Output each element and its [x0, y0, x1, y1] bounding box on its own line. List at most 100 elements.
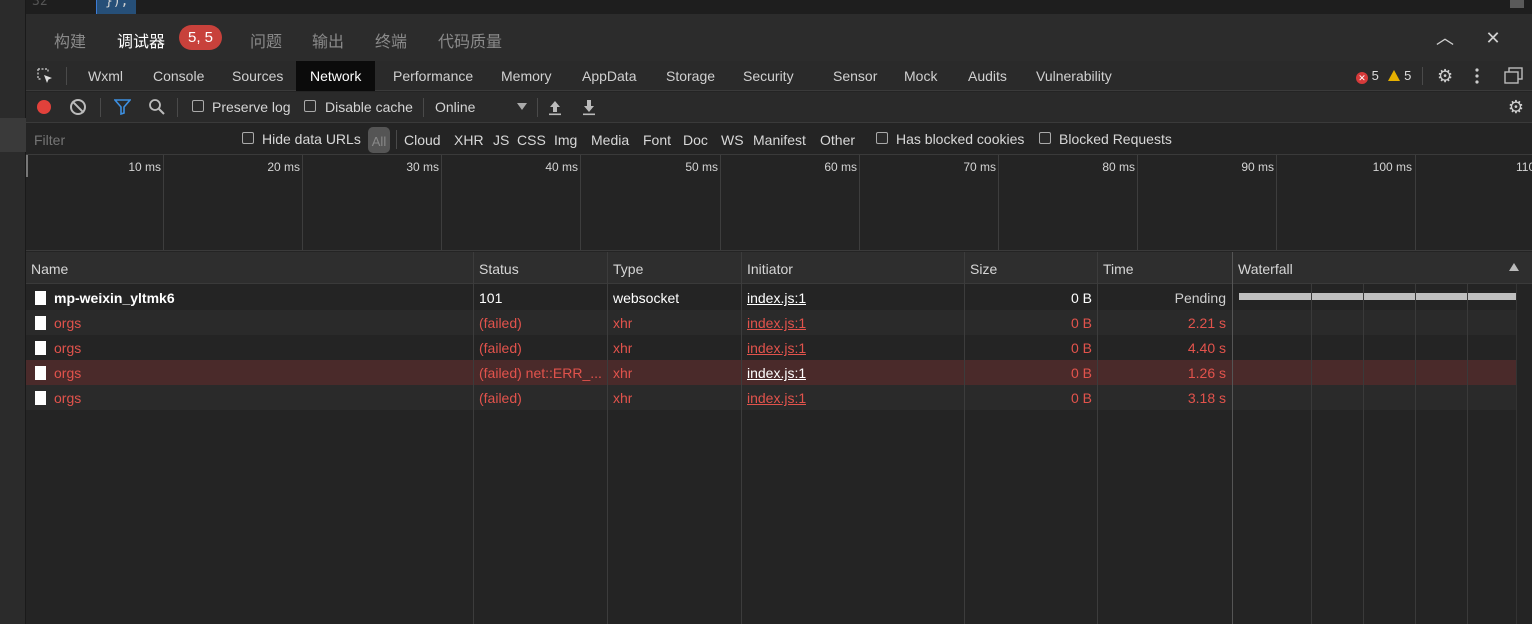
record-button[interactable] [37, 100, 51, 114]
blocked-requests-checkbox[interactable] [1039, 132, 1051, 144]
column-header-name[interactable]: Name [31, 261, 68, 277]
column-header-size[interactable]: Size [970, 261, 997, 277]
filter-ws[interactable]: WS [721, 132, 744, 148]
timeline-label: 30 ms [406, 160, 439, 174]
timeline-overview[interactable]: 10 ms 20 ms 30 ms 40 ms 50 ms 60 ms 70 m… [26, 155, 1532, 251]
tab-network[interactable]: Network [296, 61, 376, 91]
column-divider[interactable] [607, 252, 608, 624]
filter-img[interactable]: Img [554, 132, 577, 148]
column-divider[interactable] [473, 252, 474, 624]
tab-storage[interactable]: Storage [652, 61, 729, 91]
hide-data-urls-checkbox[interactable] [242, 132, 254, 144]
issue-counter[interactable]: ✕ 5 5 [1356, 68, 1411, 84]
request-time: 2.21 s [1187, 315, 1226, 331]
preserve-log-checkbox[interactable] [192, 100, 204, 112]
search-icon[interactable] [148, 98, 166, 116]
collapse-panel-icon[interactable]: ︿ [1435, 28, 1455, 48]
table-row[interactable]: orgs (failed) xhr index.js:1 0 B 2.21 s [26, 310, 1516, 335]
table-row[interactable]: orgs (failed) xhr index.js:1 0 B 4.40 s [26, 335, 1516, 360]
more-options-icon[interactable] [1474, 67, 1480, 85]
editor-strip: 32 }); [26, 0, 1532, 14]
column-header-initiator[interactable]: Initiator [747, 261, 793, 277]
request-status: (failed) [479, 315, 522, 331]
network-settings-gear-icon[interactable]: ⚙ [1508, 97, 1524, 118]
tab-build[interactable]: 构建 [54, 28, 86, 52]
table-row[interactable]: mp-weixin_yltmk6 101 websocket index.js:… [26, 285, 1516, 310]
filter-css[interactable]: CSS [517, 132, 546, 148]
tab-mock[interactable]: Mock [890, 61, 951, 91]
filter-cloud[interactable]: Cloud [404, 132, 441, 148]
document-icon [35, 366, 46, 380]
request-initiator-link[interactable]: index.js:1 [747, 315, 806, 331]
column-header-waterfall[interactable]: Waterfall [1238, 261, 1293, 277]
inspect-element-icon[interactable] [36, 67, 54, 85]
tab-wxml[interactable]: Wxml [74, 61, 137, 91]
filter-doc[interactable]: Doc [683, 132, 708, 148]
tab-code-quality[interactable]: 代码质量 [438, 28, 502, 52]
sort-ascending-icon[interactable] [1509, 263, 1519, 271]
filter-other[interactable]: Other [820, 132, 855, 148]
editor-gutter [0, 0, 26, 624]
export-har-icon[interactable] [581, 98, 597, 116]
column-divider[interactable] [1097, 252, 1098, 624]
request-initiator-link[interactable]: index.js:1 [747, 290, 806, 306]
tab-terminal[interactable]: 终端 [375, 28, 407, 52]
tab-problems[interactable]: 问题 [250, 28, 282, 52]
table-header: Name Status Type Initiator Size Time Wat… [26, 252, 1532, 284]
close-panel-icon[interactable]: ✕ [1483, 28, 1503, 48]
tab-appdata[interactable]: AppData [568, 61, 650, 91]
filter-manifest[interactable]: Manifest [753, 132, 806, 148]
request-initiator-link[interactable]: index.js:1 [747, 390, 806, 406]
tab-output[interactable]: 输出 [312, 28, 344, 52]
throttling-select[interactable]: Online [435, 99, 527, 115]
undock-window-icon[interactable] [1504, 67, 1524, 85]
column-header-type[interactable]: Type [613, 261, 643, 277]
toolbar-divider [537, 98, 538, 117]
tab-security[interactable]: Security [729, 61, 808, 91]
waterfall-gridline [1363, 284, 1364, 624]
filter-all-button[interactable]: All [368, 127, 390, 153]
import-har-icon[interactable] [547, 98, 563, 116]
filter-js[interactable]: JS [493, 132, 509, 148]
waterfall-gridline [1311, 284, 1312, 624]
waterfall-gridline [1467, 284, 1468, 624]
filter-font[interactable]: Font [643, 132, 671, 148]
tab-audits[interactable]: Audits [954, 61, 1021, 91]
column-header-time[interactable]: Time [1103, 261, 1134, 277]
filter-media[interactable]: Media [591, 132, 629, 148]
filter-input[interactable] [26, 127, 224, 153]
network-toolbar: Preserve log Disable cache Online ⚙ [26, 92, 1532, 123]
column-divider[interactable] [1232, 252, 1233, 624]
request-size: 0 B [1070, 315, 1092, 331]
settings-gear-icon[interactable]: ⚙ [1437, 66, 1453, 87]
disable-cache-label: Disable cache [325, 99, 413, 115]
tab-debugger[interactable]: 调试器 [117, 28, 165, 52]
line-number: 32 [32, 0, 48, 9]
tab-sensor[interactable]: Sensor [819, 61, 891, 91]
filter-icon[interactable] [114, 99, 131, 115]
table-row[interactable]: orgs (failed) xhr index.js:1 0 B 3.18 s [26, 385, 1516, 410]
has-blocked-cookies-checkbox[interactable] [876, 132, 888, 144]
table-row-selected[interactable]: orgs (failed) net::ERR_... xhr index.js:… [26, 360, 1516, 385]
table-scrollbar[interactable] [1516, 284, 1532, 624]
column-header-status[interactable]: Status [479, 261, 519, 277]
timeline-label: 50 ms [685, 160, 718, 174]
disable-cache-checkbox[interactable] [304, 100, 316, 112]
request-initiator-link[interactable]: index.js:1 [747, 365, 806, 381]
tab-performance[interactable]: Performance [379, 61, 487, 91]
warning-icon [1388, 70, 1401, 81]
request-initiator-link[interactable]: index.js:1 [747, 340, 806, 356]
column-divider[interactable] [964, 252, 965, 624]
tab-sources[interactable]: Sources [218, 61, 297, 91]
timeline-gridline [302, 155, 303, 250]
tab-vulnerability[interactable]: Vulnerability [1022, 61, 1126, 91]
request-size: 0 B [1070, 290, 1092, 306]
tab-console[interactable]: Console [139, 61, 218, 91]
column-divider[interactable] [741, 252, 742, 624]
filter-xhr[interactable]: XHR [454, 132, 484, 148]
code-snippet[interactable]: }); [96, 0, 137, 14]
tab-memory[interactable]: Memory [487, 61, 566, 91]
editor-scrollbar[interactable] [1510, 0, 1524, 8]
timeline-gridline [1276, 155, 1277, 250]
clear-icon[interactable] [70, 99, 86, 115]
